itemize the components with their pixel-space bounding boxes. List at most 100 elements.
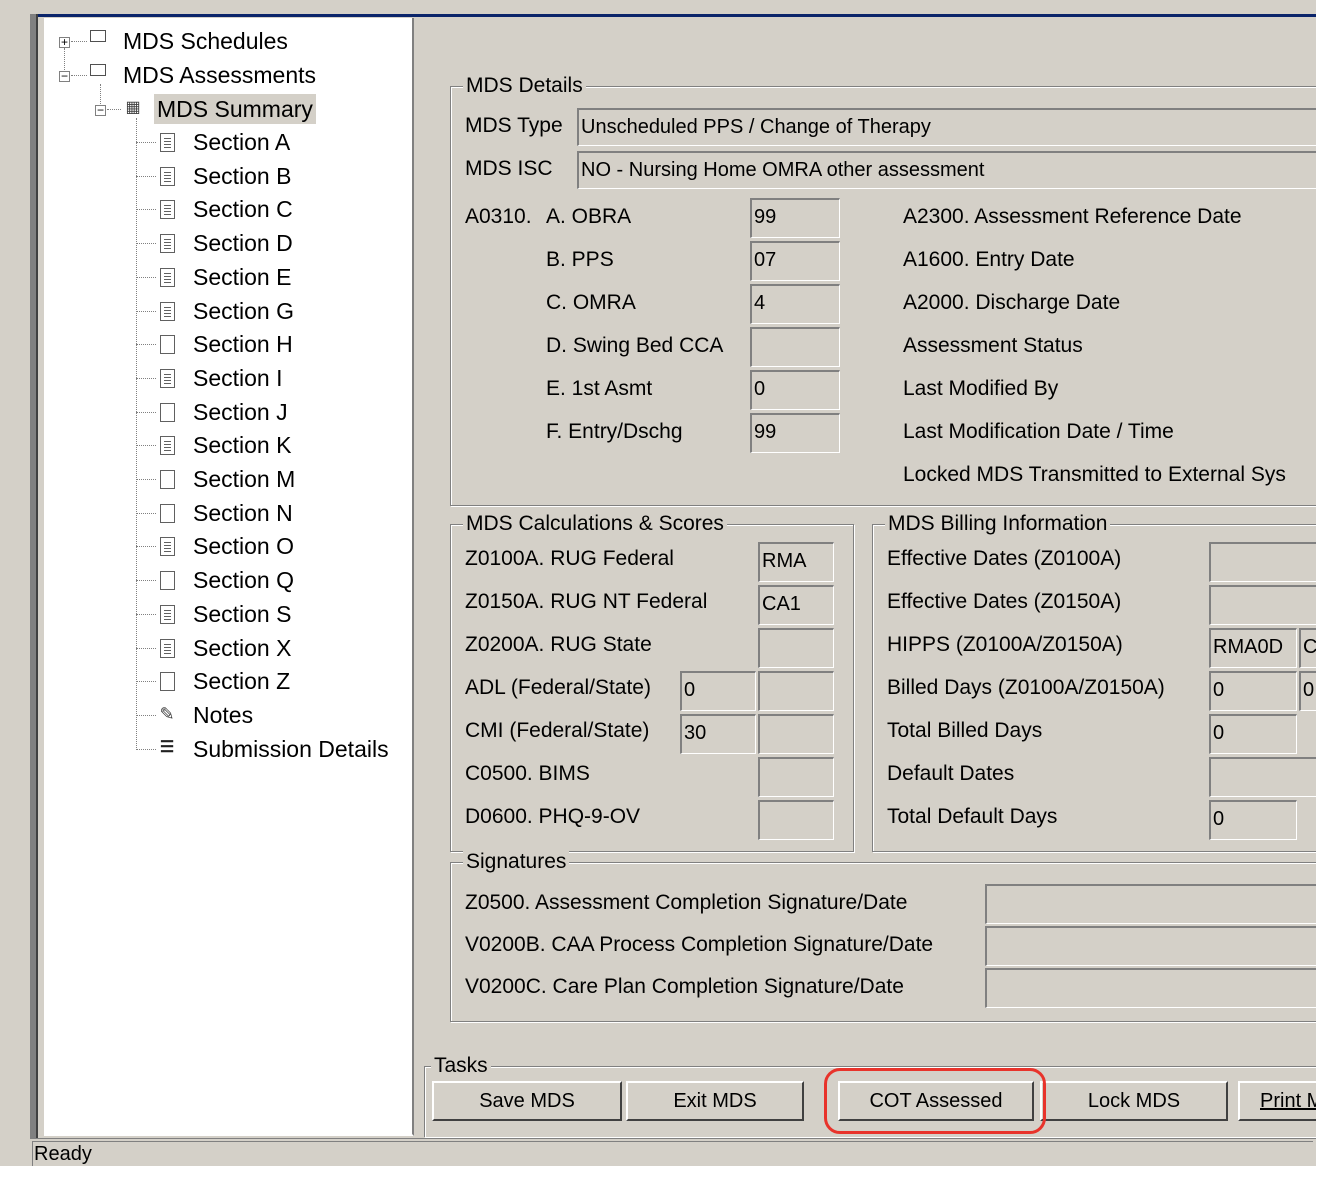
calc-value-field[interactable] <box>758 757 834 797</box>
a0310-item-label: E. 1st Asmt <box>546 377 653 400</box>
tree-connector <box>136 377 156 379</box>
document-icon <box>160 133 175 152</box>
billing-value-field[interactable]: 0 <box>1209 671 1297 711</box>
document-icon <box>160 368 175 388</box>
a0310-item-label: A. OBRA <box>546 205 632 228</box>
document-icon <box>160 234 175 254</box>
calc-state-field[interactable] <box>758 671 834 711</box>
tree-item-label: Section Z <box>193 668 291 695</box>
tree-connector <box>71 75 87 76</box>
billing-label: Default Dates <box>887 762 1015 785</box>
blank-document-icon <box>160 571 175 591</box>
window-top-border <box>36 14 1316 17</box>
a0310-item-field[interactable]: 99 <box>750 198 840 238</box>
tree-connector <box>136 411 156 413</box>
a0310-item-field[interactable]: 4 <box>750 284 840 324</box>
blank-document-icon <box>160 503 175 523</box>
exit-mds-button[interactable]: Exit MDS <box>626 1081 804 1121</box>
tree-connector <box>136 681 156 683</box>
calc-label: Z0100A. RUG Federal <box>465 547 674 570</box>
signature-field[interactable] <box>985 926 1316 966</box>
mds-isc-label: MDS ISC <box>465 157 553 180</box>
lock-mds-button[interactable]: Lock MDS <box>1040 1081 1228 1121</box>
billing-value-field[interactable]: 0 <box>1209 714 1297 754</box>
billing-value-field[interactable]: 0 <box>1209 800 1297 840</box>
grid-icon: ▦ <box>125 99 141 116</box>
tree-item-label: Section B <box>193 162 292 189</box>
document-icon <box>160 436 175 456</box>
blank-document-icon <box>160 470 175 489</box>
a0310-item-field[interactable]: 99 <box>750 413 840 453</box>
group-title: MDS Calculations & Scores <box>463 511 727 537</box>
calc-state-field[interactable] <box>758 714 834 754</box>
tree-connector <box>136 714 156 716</box>
tree-connector <box>136 310 156 312</box>
tree-connector <box>136 647 156 649</box>
signature-label: Z0500. Assessment Completion Signature/D… <box>465 891 908 914</box>
tree-item-label: MDS Summary <box>157 96 313 122</box>
billing-value2-field[interactable]: C <box>1299 628 1316 668</box>
save-mds-button[interactable]: Save MDS <box>432 1081 622 1121</box>
tree-connector <box>136 580 156 582</box>
tree-connector <box>136 344 156 346</box>
document-icon <box>160 166 175 186</box>
tree-item-label: Section M <box>193 466 296 492</box>
calc-value-field[interactable] <box>758 800 834 840</box>
rss-feed-icon: ☰ <box>159 738 175 756</box>
cot-assessed-button[interactable]: COT Assessed <box>838 1081 1034 1121</box>
group-title: Signatures <box>463 849 570 875</box>
status-panel <box>32 1141 1313 1166</box>
signature-label: V0200C. Care Plan Completion Signature/D… <box>465 975 904 998</box>
a0310-item-field[interactable]: 0 <box>750 370 840 410</box>
billing-label: Effective Dates (Z0150A) <box>887 590 1122 613</box>
print-mds-button[interactable]: Print M <box>1238 1081 1316 1121</box>
collapse-assessments-icon[interactable]: − <box>59 70 70 82</box>
mds-type-field[interactable]: Unscheduled PPS / Change of Therapy <box>577 108 1316 146</box>
mds-type-label: MDS Type <box>465 114 563 137</box>
tree-item-label: Section X <box>193 634 292 661</box>
billing-value-field[interactable] <box>1209 542 1316 582</box>
blank-document-icon <box>160 402 175 422</box>
group-title: MDS Details <box>463 73 586 99</box>
tree-item-label: Section E <box>193 263 292 290</box>
group-title: MDS Billing Information <box>885 511 1111 537</box>
details-info-label: A2300. Assessment Reference Date <box>903 205 1242 228</box>
calc-value-field[interactable]: CA1 <box>758 585 834 625</box>
app-window: + MDS Schedules − MDS Assessments − ▦ MD… <box>0 0 1316 1166</box>
notes-edit-icon: ✎ <box>159 703 175 724</box>
document-icon <box>160 301 175 321</box>
a0310-item-field[interactable]: 07 <box>750 241 840 281</box>
folder-icon <box>90 64 106 76</box>
tree-connector <box>136 276 156 278</box>
collapse-summary-icon[interactable]: − <box>95 104 106 116</box>
mds-isc-field[interactable]: NO - Nursing Home OMRA other assessment <box>577 151 1316 189</box>
calc-label: CMI (Federal/State) <box>465 719 650 742</box>
signature-field[interactable] <box>985 968 1316 1008</box>
calc-value-field[interactable]: RMA <box>758 542 834 582</box>
billing-value-field[interactable]: RMA0D <box>1209 628 1297 668</box>
calc-federal-field[interactable]: 30 <box>680 714 756 754</box>
billing-value2-field[interactable]: 0 <box>1299 671 1316 711</box>
billing-label: HIPPS (Z0100A/Z0150A) <box>887 633 1123 656</box>
tree-item-summary[interactable]: MDS Summary <box>154 94 316 124</box>
expand-schedules-icon[interactable]: + <box>59 36 70 48</box>
tree-connector <box>136 445 156 447</box>
signature-field[interactable] <box>985 884 1316 924</box>
a0310-item-field[interactable] <box>750 327 840 367</box>
calc-value-field[interactable] <box>758 628 834 668</box>
tree-item-label: Section H <box>193 331 293 358</box>
billing-label: Effective Dates (Z0100A) <box>887 547 1122 570</box>
details-info-label: A1600. Entry Date <box>903 248 1075 271</box>
print-button-label: Print M <box>1260 1090 1316 1112</box>
splitter-left[interactable] <box>30 14 38 1138</box>
tree-item-label: Section S <box>193 600 292 627</box>
tree-item-label: Section O <box>193 533 294 560</box>
details-info-label: Last Modification Date / Time <box>903 420 1174 443</box>
calc-federal-field[interactable]: 0 <box>680 671 756 711</box>
details-info-label: Last Modified By <box>903 377 1059 400</box>
billing-value-field[interactable] <box>1209 585 1316 625</box>
details-info-label: A2000. Discharge Date <box>903 291 1121 314</box>
billing-value-field[interactable] <box>1209 757 1316 797</box>
calc-label: D0600. PHQ-9-OV <box>465 805 641 828</box>
document-icon <box>160 267 175 287</box>
